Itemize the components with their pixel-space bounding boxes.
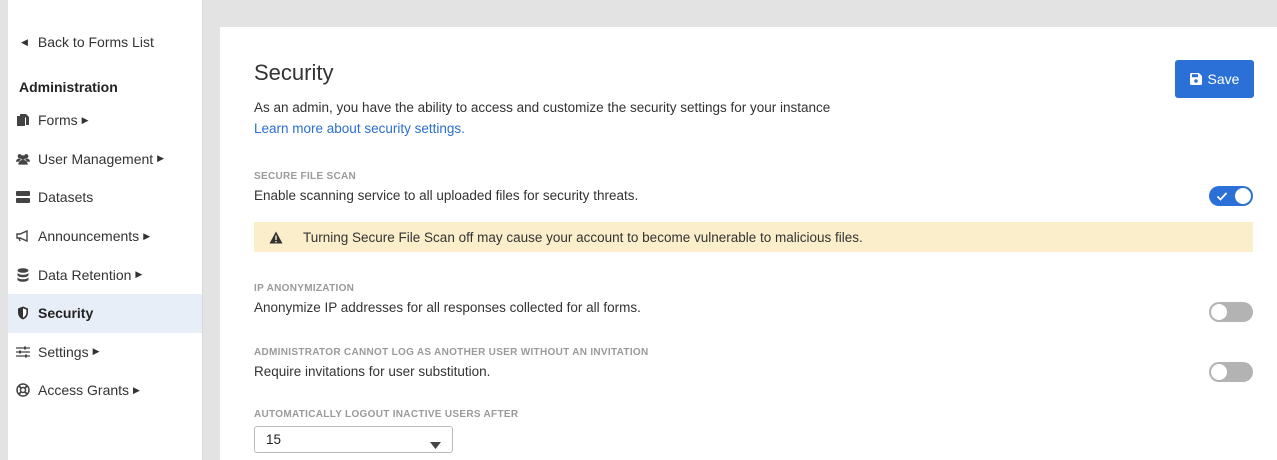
sidebar-nav: Forms ▶ User Management ▶ Datasets Annou… (8, 101, 202, 410)
sidebar-item-label: Forms (38, 112, 78, 129)
ip-anonymization-label: IP ANONYMIZATION (254, 283, 355, 294)
checkmark-icon (1216, 189, 1228, 208)
file-scan-toggle[interactable] (1209, 186, 1253, 206)
sidebar-item-label: User Management (38, 150, 154, 167)
sidebar-item-label: Settings (38, 343, 89, 360)
warning-icon (269, 231, 283, 244)
file-scan-description: Enable scanning service to all uploaded … (254, 188, 639, 203)
sidebar-item-label: Security (38, 305, 94, 322)
sidebar-item-data-retention[interactable]: Data Retention ▶ (8, 255, 202, 294)
auto-logout-label: AUTOMATICALLY LOGOUT INACTIVE USERS AFTE… (254, 409, 519, 420)
caret-left-icon: ◀ (21, 36, 28, 47)
toggle-knob (1235, 188, 1251, 204)
impersonation-description: Require invitations for user substitutio… (254, 364, 491, 379)
sidebar-item-settings[interactable]: Settings ▶ (8, 333, 202, 372)
caret-right-icon: ▶ (143, 230, 151, 241)
caret-right-icon: ▶ (92, 346, 100, 357)
page-title: Security (254, 60, 334, 85)
users-icon (16, 152, 30, 166)
sidebar-item-user-management[interactable]: User Management ▶ (8, 140, 202, 179)
auto-logout-select[interactable]: 15 (254, 426, 453, 453)
ip-anonymization-description: Anonymize IP addresses for all responses… (254, 300, 641, 315)
learn-more-link[interactable]: Learn more about security settings. (254, 121, 465, 136)
toggle-knob (1211, 364, 1227, 380)
sidebar-item-forms[interactable]: Forms ▶ (8, 101, 202, 140)
security-panel: Security Save As an admin, you have the … (220, 27, 1277, 460)
warning-text: Turning Secure File Scan off may cause y… (303, 229, 863, 245)
caret-right-icon: ▶ (135, 269, 143, 280)
impersonation-toggle[interactable] (1209, 362, 1253, 382)
chevron-down-icon (430, 437, 441, 452)
lifering-icon (16, 383, 30, 398)
file-scan-warning: Turning Secure File Scan off may cause y… (254, 222, 1253, 252)
sidebar-item-access-grants[interactable]: Access Grants ▶ (8, 371, 202, 410)
megaphone-icon (16, 229, 30, 243)
sidebar-item-label: Datasets (38, 189, 94, 206)
back-link-label: Back to Forms List (37, 34, 154, 50)
caret-right-icon: ▶ (81, 114, 89, 125)
sidebar-item-label: Announcements (38, 228, 140, 245)
sidebar-item-security[interactable]: Security (8, 293, 202, 333)
toggle-knob (1211, 304, 1227, 320)
sidebar-item-datasets[interactable]: Datasets (8, 178, 202, 217)
caret-right-icon: ▶ (133, 384, 140, 395)
impersonation-label: ADMINISTRATOR CANNOT LOG AS ANOTHER USER… (254, 347, 649, 358)
sidebar-item-label: Access Grants (38, 382, 130, 399)
back-to-forms-link[interactable]: ◀ Back to Forms List (21, 34, 154, 50)
sidebar-item-label: Data Retention (38, 266, 132, 283)
ip-anonymization-toggle[interactable] (1209, 302, 1253, 322)
shield-icon (16, 306, 30, 320)
datasets-icon (16, 190, 30, 204)
save-button[interactable]: Save (1175, 60, 1254, 98)
save-button-label: Save (1207, 71, 1240, 87)
sliders-icon (16, 345, 30, 359)
auto-logout-value: 15 (266, 432, 282, 447)
sidebar: ◀ Back to Forms List Administration Form… (8, 0, 203, 460)
sidebar-item-announcements[interactable]: Announcements ▶ (8, 217, 202, 256)
forms-icon (16, 113, 30, 127)
floppy-disk-icon (1189, 73, 1202, 85)
caret-right-icon: ▶ (157, 153, 165, 164)
page-description: As an admin, you have the ability to acc… (254, 100, 831, 115)
database-icon (16, 267, 30, 282)
file-scan-label: SECURE FILE SCAN (254, 171, 357, 182)
administration-heading: Administration (19, 79, 118, 95)
